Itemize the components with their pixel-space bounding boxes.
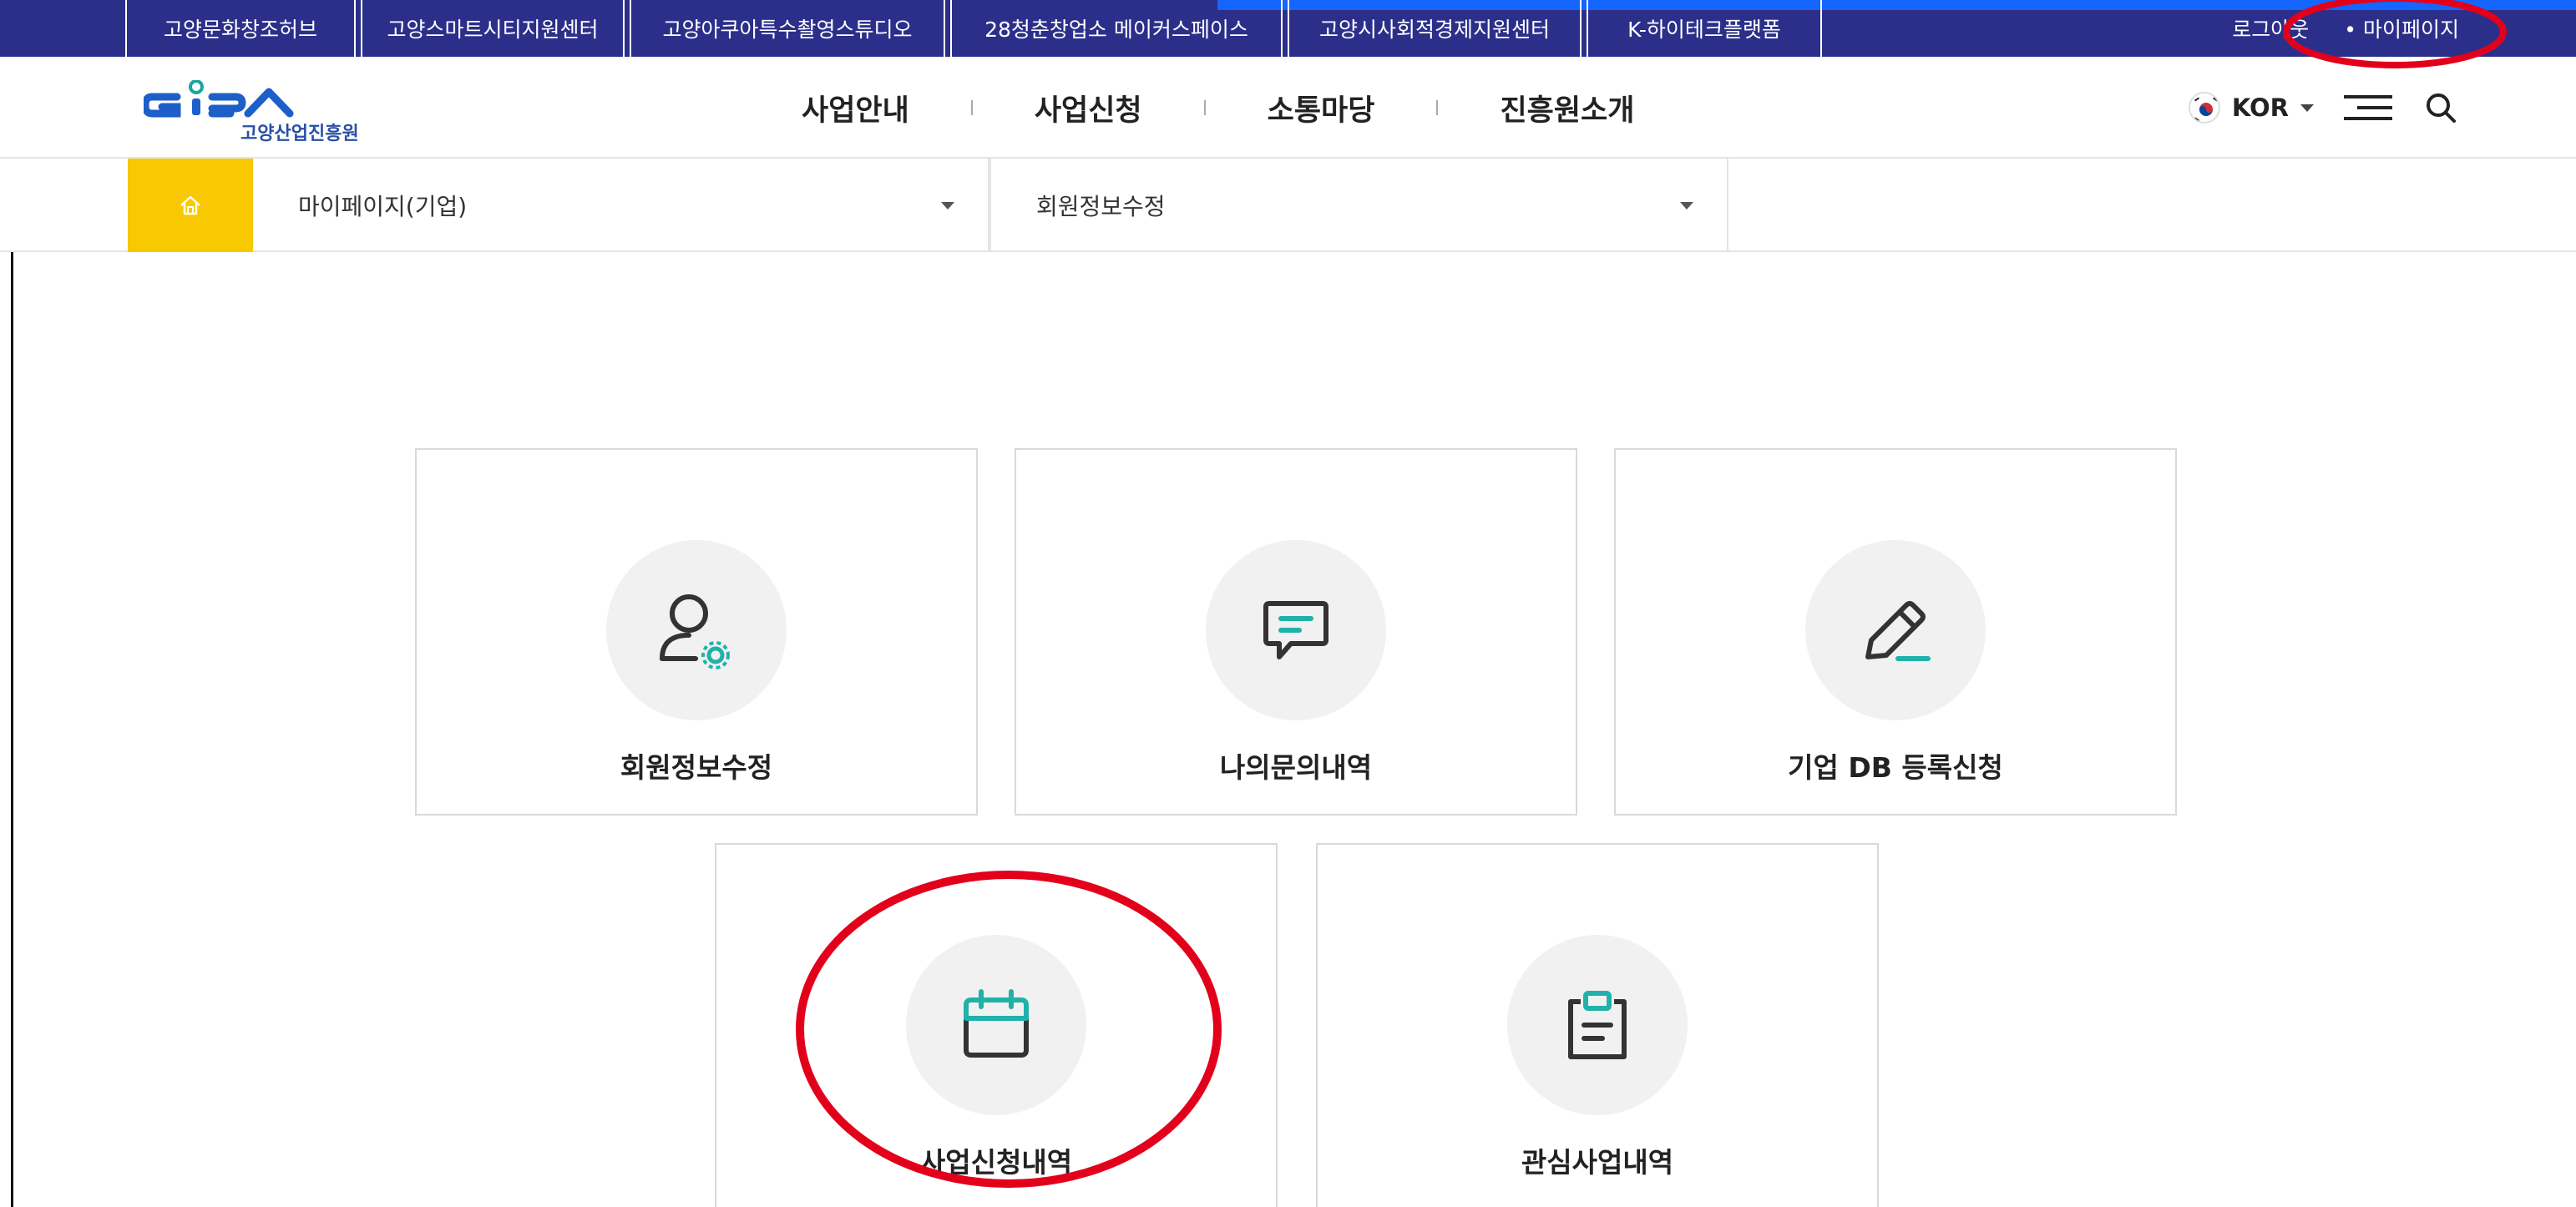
family-link-aqua-studio[interactable]: 고양아쿠아특수촬영스튜디오 [630,0,945,57]
pencil-icon [1865,601,1931,661]
korea-flag-icon [2188,92,2220,124]
mypage-link[interactable]: • 마이페이지 [2344,13,2459,43]
language-label: KOR [2231,93,2289,122]
card-icon-circle [1507,935,1688,1115]
chat-icon [1263,601,1328,659]
calendar-icon [964,989,1029,1058]
chevron-down-icon [1680,201,1693,210]
card-my-inquiries[interactable]: 나의문의내역 [1015,448,1577,816]
chevron-down-icon [2300,104,2314,112]
nav-business-info[interactable]: 사업안내 [802,87,909,129]
nav-divider [1203,100,1206,115]
user-settings-icon [660,594,730,669]
nav-about[interactable]: 진흥원소개 [1500,87,1634,129]
search-icon[interactable] [2422,89,2459,126]
nav-divider [970,100,973,115]
card-label: 사업신청내역 [919,1146,1073,1179]
family-link-culture-hub[interactable]: 고양문화창조허브 [125,0,356,57]
card-company-db-registration[interactable]: 기업 DB 등록신청 [1614,448,2177,816]
language-selector[interactable]: KOR [2188,92,2314,124]
header-tools: KOR [2188,57,2459,159]
location-bar: 마이페이지(기업) 회원정보수정 [0,159,2576,252]
location-depth2-label: 회원정보수정 [1036,193,1166,220]
nav-divider [1436,100,1439,115]
location-depth1-select[interactable]: 마이페이지(기업) [253,159,989,252]
card-interested-business[interactable]: 관심사업내역 [1316,843,1879,1207]
card-label: 기업 DB 등록신청 [1788,751,2003,784]
card-label: 나의문의내역 [1219,751,1373,784]
family-link-k-hightech[interactable]: K-하이테크플랫폼 [1587,0,1822,57]
family-site-links: 고양문화창조허브 고양스마트시티지원센터 고양아쿠아특수촬영스튜디오 28청춘창… [125,0,1827,57]
card-label: 회원정보수정 [620,751,773,784]
clipboard-icon [1568,991,1627,1059]
site-header: 고양산업진흥원 사업안내 사업신청 소통마당 진흥원소개 KOR [0,57,2576,159]
card-icon-circle [906,935,1086,1115]
nav-community[interactable]: 소통마당 [1268,87,1375,129]
card-label: 관심사업내역 [1521,1146,1674,1179]
top-utility-bar: 고양문화창조허브 고양스마트시티지원센터 고양아쿠아특수촬영스튜디오 28청춘창… [0,0,2576,57]
nav-business-apply[interactable]: 사업신청 [1035,87,1142,129]
card-business-applications[interactable]: 사업신청내역 [715,843,1278,1207]
family-link-smartcity[interactable]: 고양스마트시티지원센터 [361,0,625,57]
menu-icon[interactable] [2344,93,2392,122]
topbar-user-links: 로그아웃 • 마이페이지 [2232,0,2459,57]
card-icon-circle [1805,540,1986,720]
location-depth1-label: 마이페이지(기업) [298,193,468,220]
location-depth2-select[interactable]: 회원정보수정 [989,159,1728,252]
logout-link[interactable]: 로그아웃 [2232,13,2309,43]
card-icon-circle [606,540,787,720]
card-edit-member-info[interactable]: 회원정보수정 [415,448,978,816]
card-icon-circle [1206,540,1386,720]
main-navigation: 사업안내 사업신청 소통마당 진흥원소개 [802,57,1634,159]
page-left-border [11,252,13,1207]
family-link-maker-space[interactable]: 28청춘창업소 메이커스페이스 [950,0,1283,57]
home-icon [180,195,200,215]
logo-subtitle: 고양산업진흥원 [240,124,359,144]
family-link-social-economy[interactable]: 고양시사회적경제지원센터 [1288,0,1582,57]
home-button[interactable] [128,159,253,252]
chevron-down-icon [941,201,954,210]
